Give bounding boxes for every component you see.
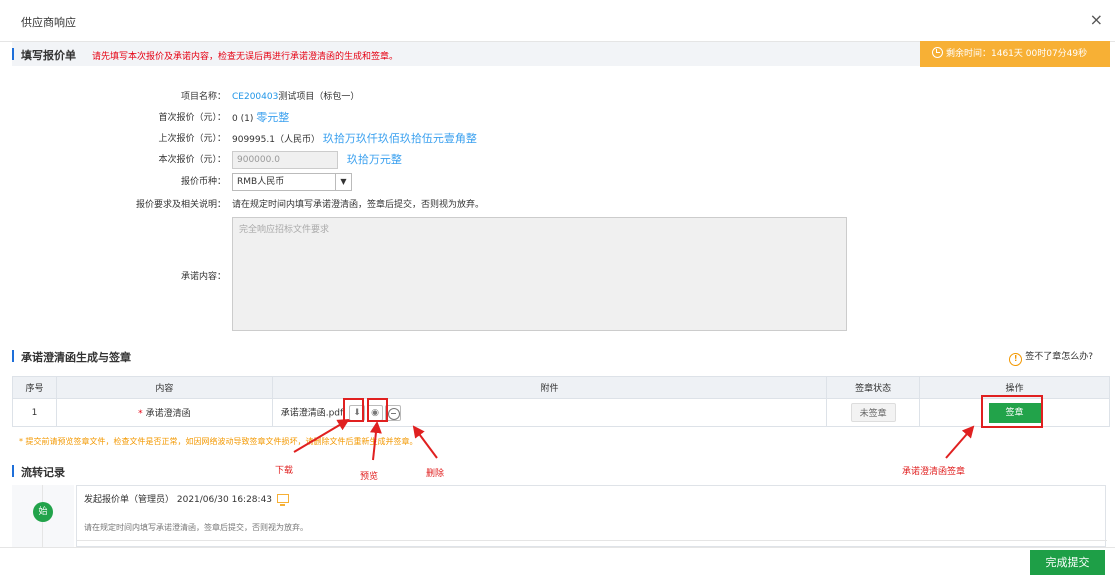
required-mark: * xyxy=(138,409,143,419)
first-quote-label: 首次报价（元）： xyxy=(158,113,226,123)
submission-note: * 提交前请预览签章文件，检查文件是否正常，如因网络波动导致签章文件损坏，请删除… xyxy=(19,437,418,446)
current-quote-words: 玖拾万元整 xyxy=(346,153,402,166)
footer-divider xyxy=(0,547,1115,548)
currency-label: 报价币种： xyxy=(180,177,226,187)
flow-section-header: 流转记录 xyxy=(12,460,1110,482)
table-header-row: 序号 内容 附件 签章状态 操作 xyxy=(12,376,1110,399)
current-quote-row: 本次报价（元）： 900000.0 玖拾万元整 xyxy=(0,151,900,169)
flow-entry-body: 请在规定时间内填写承诺澄清函，签章后提交，否则视为放弃。 xyxy=(84,523,308,532)
current-quote-input[interactable]: 900000.0 xyxy=(232,151,338,169)
first-quote-value: 0 (1) 零元整 xyxy=(232,109,289,128)
chevron-down-icon[interactable]: ▼ xyxy=(335,174,351,190)
dialog-titlebar: 供应商响应 × xyxy=(0,0,1115,42)
attachment-table: 序号 内容 附件 签章状态 操作 1 * 承诺澄清函 承诺澄清函.pdf ⬇ ◉ 未… xyxy=(12,376,1110,427)
row-index: 1 xyxy=(12,398,57,427)
project-title: 测试项目（标包一） xyxy=(278,92,360,102)
project-code[interactable]: CE200403 xyxy=(232,92,278,102)
commitment-textarea[interactable]: 完全响应招标文件要求 xyxy=(232,217,847,331)
section-marker xyxy=(12,350,14,362)
section-marker xyxy=(12,48,14,60)
last-quote-row: 上次报价（元）： 909995.1（人民币） 玖拾万玖仟玖佰玖拾伍元壹角整 xyxy=(0,130,900,148)
current-quote-value: 900000.0 玖拾万元整 xyxy=(232,151,402,170)
sign-highlight xyxy=(981,395,1043,428)
col-index: 序号 xyxy=(12,376,57,399)
col-status: 签章状态 xyxy=(826,376,921,399)
submit-button[interactable]: 完成提交 xyxy=(1030,550,1105,575)
table-row: 1 * 承诺澄清函 承诺澄清函.pdf ⬇ ◉ 未签章 签章 xyxy=(12,398,1110,427)
clock-icon xyxy=(932,47,943,58)
start-avatar: 始 xyxy=(33,502,53,522)
first-quote-amount: 0 (1) xyxy=(232,114,254,124)
info-icon: ! xyxy=(1009,353,1023,366)
flow-entry-title: 发起报价单（管理员） 2021/06/30 16:28:43 xyxy=(84,495,273,505)
last-quote-value: 909995.1（人民币） 玖拾万玖仟玖佰玖拾伍元壹角整 xyxy=(232,130,477,149)
section-title-flow: 流转记录 xyxy=(21,466,65,479)
project-name-row: 项目名称： CE200403测试项目（标包一） xyxy=(0,88,900,106)
currency-value: RMB人民币 ▼ xyxy=(232,173,352,191)
help-link[interactable]: ! 签不了章怎么办? xyxy=(1009,349,1093,366)
download-highlight xyxy=(343,398,364,422)
project-name-value: CE200403测试项目（标包一） xyxy=(232,88,359,106)
col-attachment: 附件 xyxy=(271,376,828,399)
flow-divider xyxy=(77,540,1107,541)
preview-highlight xyxy=(367,398,388,422)
section-title-quote: 填写报价单 xyxy=(21,49,76,62)
currency-row: 报价币种： RMB人民币 ▼ xyxy=(0,173,900,191)
sign-arrow xyxy=(945,425,975,459)
quote-warning: 请先填写本次报价及承诺内容，检查无误后再进行承诺澄清函的生成和签章。 xyxy=(92,52,399,62)
current-quote-label: 本次报价（元）： xyxy=(158,155,226,165)
countdown-timer: 剩余时间：1461天 00时07分49秒 xyxy=(920,41,1110,67)
project-name-label: 项目名称： xyxy=(180,92,226,102)
row-content-text: 承诺澄清函 xyxy=(145,409,191,419)
first-quote-words: 零元整 xyxy=(256,111,290,124)
countdown-text: 剩余时间：1461天 00时07分49秒 xyxy=(946,49,1088,59)
first-quote-row: 首次报价（元）： 0 (1) 零元整 xyxy=(0,109,900,127)
monitor-icon[interactable] xyxy=(277,494,290,506)
dialog-title: 供应商响应 xyxy=(21,16,76,29)
help-text: 签不了章怎么办? xyxy=(1025,352,1093,362)
letter-section-header: 承诺澄清函生成与签章 ! 签不了章怎么办? xyxy=(12,345,1110,367)
flow-entry: 发起报价单（管理员） 2021/06/30 16:28:43 请在规定时间内填写… xyxy=(76,485,1107,547)
row-status: 未签章 xyxy=(826,398,921,427)
last-quote-label: 上次报价（元）： xyxy=(158,134,226,144)
currency-selected: RMB人民币 xyxy=(237,177,285,187)
row-content: * 承诺澄清函 xyxy=(55,398,273,427)
section-title-letter: 承诺澄清函生成与签章 xyxy=(21,351,131,364)
flow-entry-head: 发起报价单（管理员） 2021/06/30 16:28:43 xyxy=(84,492,290,506)
close-icon[interactable]: × xyxy=(1090,12,1103,28)
requirement-label: 报价要求及相关说明： xyxy=(135,200,226,210)
attachment-filename[interactable]: 承诺澄清函.pdf xyxy=(281,408,343,418)
status-badge: 未签章 xyxy=(850,403,896,422)
quote-section-header: 填写报价单 请先填写本次报价及承诺内容，检查无误后再进行承诺澄清函的生成和签章。… xyxy=(12,41,1110,67)
requirement-row: 报价要求及相关说明： 请在规定时间内填写承诺澄清函，签章后提交，否则视为放弃。 xyxy=(0,196,900,214)
col-content: 内容 xyxy=(55,376,273,399)
last-quote-words: 玖拾万玖仟玖佰玖拾伍元壹角整 xyxy=(322,132,477,145)
commitment-label: 承诺内容： xyxy=(180,272,226,282)
last-quote-amount: 909995.1（人民币） xyxy=(232,135,320,145)
section-marker xyxy=(12,465,14,477)
currency-select[interactable]: RMB人民币 ▼ xyxy=(232,173,352,191)
requirement-text: 请在规定时间内填写承诺澄清函，签章后提交，否则视为放弃。 xyxy=(232,200,485,210)
